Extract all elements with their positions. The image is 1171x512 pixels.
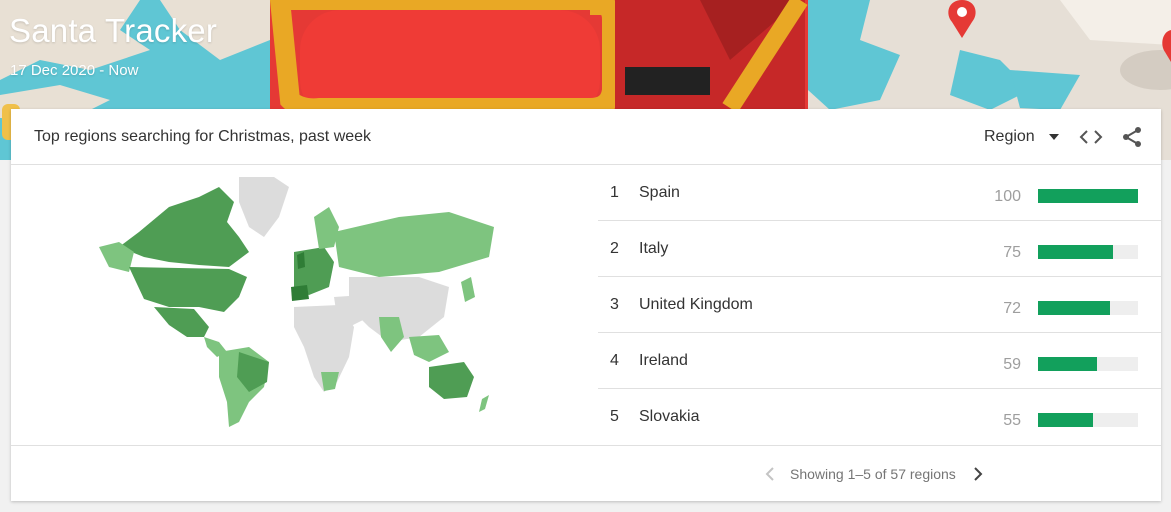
region-name: United Kingdom <box>639 296 753 313</box>
map-region-spain <box>291 285 309 301</box>
region-rank: 1 <box>610 184 619 201</box>
region-rank: 3 <box>610 296 619 313</box>
score-bar-track <box>1038 413 1138 427</box>
map-region-japan <box>461 277 475 302</box>
region-ranking-list: 1 Spain 100 2 Italy 75 3 United Kingdom … <box>598 165 1161 445</box>
chevron-right-icon[interactable] <box>969 464 987 484</box>
region-row-2[interactable]: 2 Italy 75 <box>598 221 1161 277</box>
region-name: Slovakia <box>639 408 700 425</box>
map-region-southeast-asia <box>409 335 449 362</box>
score-bar-fill <box>1038 357 1097 371</box>
score-bar-track <box>1038 189 1138 203</box>
region-rank: 5 <box>610 408 619 425</box>
map-region-scandinavia <box>314 207 339 249</box>
pagination-text: Showing 1–5 of 57 regions <box>790 466 956 482</box>
embed-code-icon[interactable] <box>1079 126 1103 148</box>
map-region-usa <box>129 267 247 312</box>
region-rank: 2 <box>610 240 619 257</box>
map-region-mexico <box>154 307 209 337</box>
region-rank: 4 <box>610 352 619 369</box>
score-bar-fill <box>1038 301 1110 315</box>
chevron-left-icon[interactable] <box>761 464 779 484</box>
score-bar-fill <box>1038 189 1138 203</box>
score-bar-fill <box>1038 245 1113 259</box>
score-bar-track <box>1038 357 1138 371</box>
map-region-south-africa <box>321 372 339 391</box>
map-region-new-zealand <box>479 395 489 412</box>
region-row-3[interactable]: 3 United Kingdom 72 <box>598 277 1161 333</box>
world-map[interactable] <box>99 177 499 429</box>
region-score: 59 <box>1003 356 1021 373</box>
card-title: Top regions searching for Christmas, pas… <box>34 128 372 145</box>
card-header: Top regions searching for Christmas, pas… <box>11 109 1161 165</box>
region-row-5[interactable]: 5 Slovakia 55 <box>598 389 1161 445</box>
map-region-australia <box>429 362 474 399</box>
card-footer: Showing 1–5 of 57 regions <box>11 445 1161 501</box>
region-name: Italy <box>639 240 669 257</box>
region-score: 100 <box>994 188 1021 205</box>
region-select[interactable]: Region <box>984 127 1059 147</box>
map-region-uk <box>297 252 305 269</box>
score-bar-track <box>1038 245 1138 259</box>
banner-date-range: 17 Dec 2020 - Now <box>10 62 139 79</box>
banner-title: Santa Tracker <box>9 12 218 49</box>
map-region-india <box>379 317 404 352</box>
region-name: Ireland <box>639 352 688 369</box>
map-region-canada <box>119 187 249 267</box>
region-score: 55 <box>1003 412 1021 429</box>
region-score: 75 <box>1003 244 1021 261</box>
region-select-label: Region <box>984 128 1035 145</box>
map-region-russia <box>334 212 494 277</box>
score-bar-fill <box>1038 413 1093 427</box>
map-region-greenland <box>239 177 289 237</box>
region-score: 72 <box>1003 300 1021 317</box>
region-name: Spain <box>639 184 680 201</box>
share-icon[interactable] <box>1120 125 1144 149</box>
region-row-4[interactable]: 4 Ireland 59 <box>598 333 1161 389</box>
caret-down-icon <box>1048 134 1059 140</box>
region-row-1[interactable]: 1 Spain 100 <box>598 165 1161 221</box>
score-bar-track <box>1038 301 1138 315</box>
top-regions-card: Top regions searching for Christmas, pas… <box>11 109 1161 501</box>
